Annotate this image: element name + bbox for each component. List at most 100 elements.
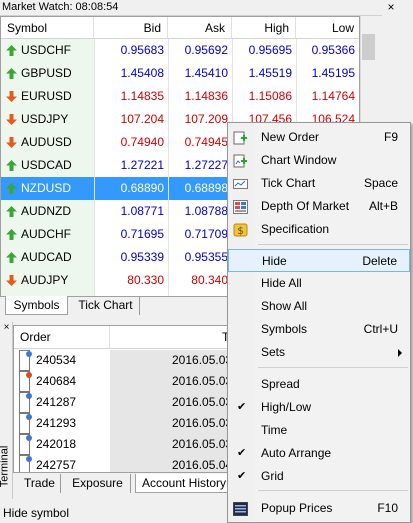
menu-item-shortcut: F10 (377, 501, 398, 515)
menu-item-label: Sets (261, 345, 286, 359)
cell-ask: 1.14836 (184, 89, 228, 103)
menu-item-hide-all[interactable]: Hide All (228, 272, 410, 295)
chart-window-icon (233, 154, 247, 168)
cell-time: 2016.05.03 (110, 350, 230, 371)
cell-bid: 0.95683 (120, 43, 164, 57)
menu-item-specification[interactable]: $ Specification (228, 218, 410, 241)
market-watch-header: Symbol Bid Ask High Low (1, 17, 359, 39)
price-up-arrow-icon (6, 160, 17, 171)
col-symbol-header[interactable]: Symbol (1, 17, 94, 39)
order-row[interactable]: 241287 2016.05.03 (14, 392, 230, 413)
menu-item-label: Depth Of Market (261, 199, 350, 213)
order-row[interactable]: 242018 2016.05.03 (14, 434, 230, 455)
tick-chart-icon (233, 179, 248, 189)
menu-item-hide[interactable]: Hide Delete (228, 249, 410, 272)
cell-bid: 107.204 (120, 112, 164, 126)
menu-item-tick-chart[interactable]: Tick Chart Space (228, 172, 410, 195)
cell-bid: 1.08771 (120, 204, 164, 218)
menu-item-spread[interactable]: Spread (228, 373, 410, 396)
cell-bid: 80.330 (127, 273, 164, 287)
context-menu-items: New Order F9 Chart Window Tick Chart Space De… (227, 122, 411, 523)
tab-trade[interactable]: Trade (19, 474, 61, 493)
col-high-header[interactable]: High (232, 17, 296, 39)
market-watch-row[interactable]: USDCHF 0.95683 0.95692 0.95695 0.95366 (1, 39, 359, 62)
cell-high: 1.45519 (248, 66, 292, 80)
menu-item-symbols[interactable]: Symbols Ctrl+U (228, 318, 410, 341)
cell-low: 1.14764 (311, 89, 355, 103)
cell-high: 1.15086 (248, 89, 292, 103)
menu-item-label: Hide All (261, 276, 302, 290)
menu-item-popup-prices[interactable]: Popup Prices F10 (228, 497, 410, 520)
menu-item-show-all[interactable]: Show All (228, 295, 410, 318)
market-watch-row[interactable]: GBPUSD 1.45408 1.45410 1.45519 1.45195 (1, 62, 359, 85)
order-document-icon (19, 455, 32, 472)
menu-item-label: Show All (261, 299, 308, 313)
checkmark-icon: ✔ (237, 447, 247, 459)
menu-item-sets[interactable]: Sets (228, 341, 410, 364)
menu-item-shortcut: F9 (383, 130, 398, 144)
col-ask-header[interactable]: Ask (168, 17, 232, 39)
tab-exposure[interactable]: Exposure (65, 474, 131, 493)
col-low-header[interactable]: Low (296, 17, 359, 39)
order-document-icon (19, 371, 32, 392)
cell-ask: 0.74945 (184, 135, 228, 149)
menu-item-new-order[interactable]: New Order F9 (228, 126, 410, 149)
order-row[interactable]: 242757 2016.05.04 (14, 455, 230, 472)
popup-prices-icon (233, 502, 248, 516)
menu-item-high-low[interactable]: ✔ High/Low (228, 396, 410, 419)
col-order-header[interactable]: Order (14, 326, 110, 349)
submenu-arrow-icon (398, 349, 402, 357)
menu-item-label: Symbols (261, 322, 308, 336)
menu-item-grid[interactable]: ✔ Grid (228, 465, 410, 488)
col-bid-header[interactable]: Bid (94, 17, 168, 39)
market-watch-row[interactable]: EURUSD 1.14835 1.14836 1.15086 1.14764 (1, 85, 359, 108)
tab-account-history[interactable]: Account History (135, 474, 233, 493)
price-up-arrow-icon (6, 229, 17, 240)
menu-item-auto-arrange[interactable]: ✔ Auto Arrange (228, 442, 410, 465)
price-up-arrow-icon (6, 252, 17, 263)
tab-tick-chart[interactable]: Tick Chart (72, 296, 140, 315)
cell-ask: 0.68898 (184, 181, 228, 195)
cell-time: 2016.05.03 (110, 371, 230, 392)
tab-symbols[interactable]: Symbols (5, 296, 68, 315)
cell-bid: 1.14835 (120, 89, 164, 103)
terminal-label: Terminal (0, 445, 11, 488)
menu-item-time[interactable]: Time (228, 419, 410, 442)
depth-of-market-icon (233, 200, 248, 214)
menu-item-label: Tick Chart (261, 176, 316, 190)
price-down-arrow-icon (6, 137, 17, 148)
order-row[interactable]: 240534 2016.05.03 (14, 350, 230, 371)
menu-item-shortcut: Delete (362, 254, 397, 268)
cell-bid: 1.27221 (120, 158, 164, 172)
order-document-icon (19, 434, 32, 455)
menu-item-shortcut: Space (363, 176, 398, 190)
menu-item-label: Grid (261, 469, 284, 483)
specification-icon: $ (233, 223, 248, 237)
order-row[interactable]: 241293 2016.05.03 (14, 413, 230, 434)
cell-low: 1.45195 (311, 66, 355, 80)
menu-item-shortcut: Alt+B (368, 199, 398, 213)
cell-ask: 80.340 (191, 273, 228, 287)
price-up-arrow-icon (6, 68, 17, 79)
terminal-close-icon[interactable]: × (1, 323, 12, 334)
market-watch-scroll-thumb[interactable] (362, 34, 375, 60)
price-up-arrow-icon (6, 206, 17, 217)
cell-ask: 0.71709 (184, 227, 228, 241)
cell-time: 2016.05.03 (110, 434, 230, 455)
col-time-header[interactable]: T (110, 326, 230, 349)
menu-item-depth-of-market[interactable]: Depth Of Market Alt+B (228, 195, 410, 218)
price-down-arrow-icon (6, 275, 17, 286)
order-document-icon (19, 392, 32, 413)
price-up-arrow-icon (6, 183, 17, 194)
terminal-tabs: Trade Exposure Account History (13, 474, 233, 496)
menu-item-label: Spread (261, 377, 300, 391)
menu-separator (258, 244, 408, 245)
order-row[interactable]: 240684 2016.05.03 (14, 371, 230, 392)
cell-ask: 1.08788 (184, 204, 228, 218)
menu-item-label: Chart Window (261, 153, 337, 167)
terminal-header: Order T (14, 326, 230, 349)
menu-item-chart-window[interactable]: Chart Window (228, 149, 410, 172)
market-watch-close-icon[interactable]: × (384, 1, 398, 15)
new-order-icon (233, 131, 247, 145)
cell-ask: 0.95692 (184, 43, 228, 57)
